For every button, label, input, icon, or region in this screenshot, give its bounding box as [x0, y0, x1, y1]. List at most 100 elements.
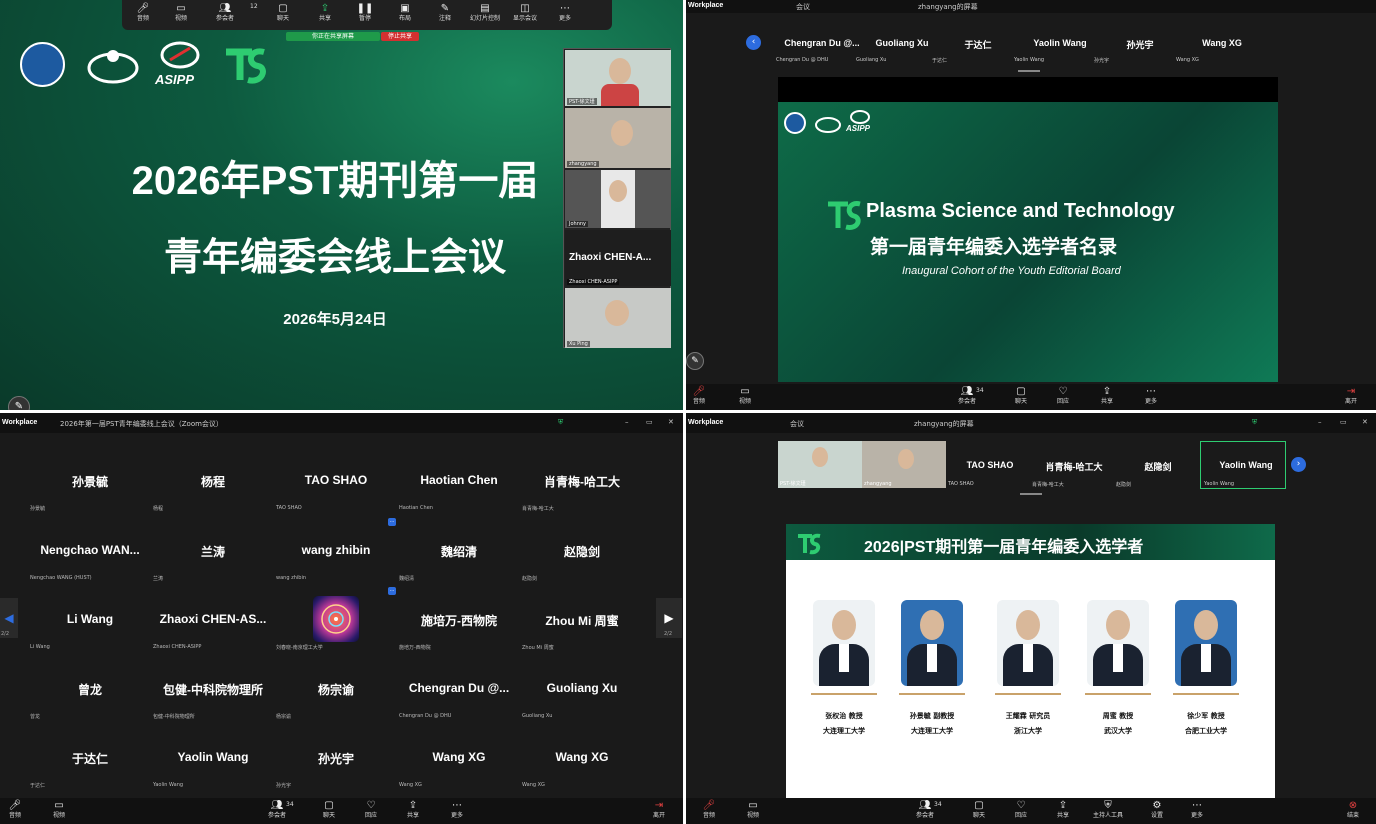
- pause-share-button[interactable]: ❚❚ 暂停: [346, 3, 384, 22]
- scholar-org: 浙江大学: [1014, 727, 1042, 735]
- end-meeting-button[interactable]: ⊗ 结束: [1336, 800, 1370, 819]
- share-button[interactable]: ⇪ 共享: [1046, 800, 1080, 819]
- participant-tile[interactable]: Zhaoxi CHEN-A... Zhaoxi CHEN-ASIPP: [565, 230, 671, 286]
- strip-scroll-handle[interactable]: [1018, 70, 1040, 72]
- share-button[interactable]: ⇪ 共享: [306, 3, 344, 22]
- audio-button[interactable]: 🎤︎ 音频: [124, 3, 162, 22]
- annotate-button[interactable]: ✎ 注释: [426, 3, 464, 22]
- screen-share-tab[interactable]: zhangyang的屏幕: [914, 419, 974, 429]
- chat-icon: ▢: [324, 800, 334, 811]
- video-button[interactable]: ▭ 视频: [736, 800, 770, 819]
- mic-icon: 🎤︎: [8, 800, 22, 811]
- video-button[interactable]: ▭ 视频: [162, 3, 200, 22]
- participant-name[interactable]: Chengran Du @...: [776, 38, 868, 48]
- audio-button[interactable]: 🎤︎ 音频: [0, 800, 32, 819]
- settings-button[interactable]: ⚙ 设置: [1140, 800, 1174, 819]
- meeting-tab[interactable]: 会议: [790, 419, 804, 429]
- camera-icon: ▭: [748, 800, 758, 811]
- strip-scroll-handle[interactable]: [1020, 493, 1042, 495]
- participant-name[interactable]: 魏绍清: [399, 543, 519, 560]
- next-page-button[interactable]: ›: [1291, 457, 1306, 472]
- slide-control-button[interactable]: ▤ 幻灯片控制: [466, 3, 504, 22]
- screen-share-tab[interactable]: zhangyang的屏幕: [918, 2, 978, 12]
- participant-name[interactable]: Chengran Du @...: [399, 681, 519, 695]
- minimize-icon[interactable]: –: [625, 418, 629, 426]
- tile-options-button[interactable]: ···: [388, 518, 396, 526]
- tile-options-button[interactable]: ···: [388, 587, 396, 595]
- participant-name[interactable]: 兰涛: [153, 543, 273, 560]
- share-button[interactable]: ⇪ 共享: [396, 800, 430, 819]
- leave-button[interactable]: ⇥ 离开: [642, 800, 676, 819]
- meeting-tab[interactable]: 会议: [796, 2, 810, 12]
- show-meeting-button[interactable]: ◫ 显示会议: [506, 3, 544, 22]
- participants-count: 34: [286, 801, 294, 808]
- chat-button[interactable]: ▢ 聊天: [264, 3, 302, 22]
- audio-button[interactable]: 🎤︎ 音频: [692, 800, 726, 819]
- participant-name[interactable]: 包健-中科院物理所: [153, 681, 273, 698]
- previous-page-button[interactable]: ‹: [746, 35, 761, 50]
- flower-icon: [321, 604, 351, 634]
- leave-button[interactable]: ⇥ 离开: [1334, 386, 1368, 405]
- participant-name[interactable]: 肖青梅-哈工大: [1028, 460, 1120, 473]
- participant-name[interactable]: Nengchao WAN...: [30, 543, 150, 557]
- participant-name[interactable]: 孙景毓: [30, 473, 150, 490]
- participant-name[interactable]: Wang XG: [1176, 38, 1268, 48]
- chat-button[interactable]: ▢ 聊天: [962, 800, 996, 819]
- chat-button[interactable]: ▢ 聊天: [1004, 386, 1038, 405]
- chat-button[interactable]: ▢ 聊天: [312, 800, 346, 819]
- participant-name[interactable]: Li Wang: [30, 612, 150, 626]
- participant-name[interactable]: Zhaoxi CHEN-AS...: [153, 612, 273, 626]
- participant-name[interactable]: 肖青梅-哈工大: [522, 473, 642, 490]
- more-button[interactable]: ⋯ 更多: [440, 800, 474, 819]
- participant-name[interactable]: Yaolin Wang: [1014, 38, 1106, 48]
- more-button[interactable]: ⋯ 更多: [1134, 386, 1168, 405]
- participant-name[interactable]: 施培万-西物院: [399, 612, 519, 629]
- participant-name[interactable]: 曾龙: [30, 681, 150, 698]
- video-button[interactable]: ▭ 视频: [42, 800, 76, 819]
- restore-icon[interactable]: ▭: [646, 418, 653, 426]
- participant-name[interactable]: Guoliang Xu: [522, 681, 642, 695]
- participant-name[interactable]: 赵隐剑: [1112, 460, 1204, 473]
- participant-video[interactable]: PST-徐文瑾: [565, 50, 671, 106]
- pst-logo: [798, 533, 821, 555]
- video-button[interactable]: ▭ 视频: [728, 386, 762, 405]
- viewer-window-2: Workplace 会议 zhangyang的屏幕 ⛨ – ▭ ✕ PST-徐文…: [686, 413, 1376, 824]
- audio-button[interactable]: 🎤︎ 音频: [686, 386, 716, 405]
- reactions-button[interactable]: ♡ 回应: [354, 800, 388, 819]
- participant-name[interactable]: TAO SHAO: [276, 473, 396, 487]
- participant-name[interactable]: 杨程: [153, 473, 273, 490]
- close-icon[interactable]: ✕: [1362, 418, 1368, 426]
- more-button[interactable]: ⋯ 更多: [1180, 800, 1214, 819]
- restore-icon[interactable]: ▭: [1340, 418, 1347, 426]
- shield-icon: ⛨: [1104, 800, 1112, 811]
- reactions-button[interactable]: ♡ 回应: [1046, 386, 1080, 405]
- participant-name[interactable]: Haotian Chen: [399, 473, 519, 487]
- participant-name[interactable]: TAO SHAO: [944, 460, 1036, 470]
- participant-name[interactable]: wang zhibin: [276, 543, 396, 557]
- participant-name[interactable]: 于达仁: [932, 38, 1024, 51]
- participant-name[interactable]: Wang XG: [522, 750, 642, 764]
- participant-video[interactable]: zhangyang: [862, 441, 946, 488]
- participant-name[interactable]: Yaolin Wang: [153, 750, 273, 764]
- participant-name[interactable]: 杨宗谕: [276, 681, 396, 698]
- participant-video[interactable]: Johnny: [565, 170, 671, 228]
- participant-name[interactable]: Wang XG: [399, 750, 519, 764]
- participant-video[interactable]: Xu Ping: [565, 288, 671, 348]
- close-icon[interactable]: ✕: [668, 418, 674, 426]
- stop-share-button[interactable]: 停止共享: [381, 32, 419, 41]
- participant-video[interactable]: zhangyang: [565, 108, 671, 168]
- participant-name[interactable]: 孙光宇: [1094, 38, 1186, 51]
- participant-name[interactable]: 孙光宇: [276, 750, 396, 767]
- participant-video[interactable]: PST-徐文瑾: [778, 441, 862, 488]
- participant-name[interactable]: 赵隐剑: [522, 543, 642, 560]
- more-button[interactable]: ⋯ 更多: [546, 3, 584, 22]
- minimize-icon[interactable]: –: [1318, 418, 1322, 426]
- participant-name[interactable]: Zhou Mi 周蜜: [522, 612, 642, 629]
- layout-button[interactable]: ▣ 布局: [386, 3, 424, 22]
- reactions-button[interactable]: ♡ 回应: [1004, 800, 1038, 819]
- participant-name[interactable]: 于达仁: [30, 750, 150, 767]
- host-tools-button[interactable]: ⛨ 主持人工具: [1088, 800, 1128, 819]
- annotate-fab[interactable]: ✎: [686, 352, 704, 370]
- participants-button[interactable]: 👥︎ 参会者: [206, 3, 244, 22]
- share-button[interactable]: ⇪ 共享: [1090, 386, 1124, 405]
